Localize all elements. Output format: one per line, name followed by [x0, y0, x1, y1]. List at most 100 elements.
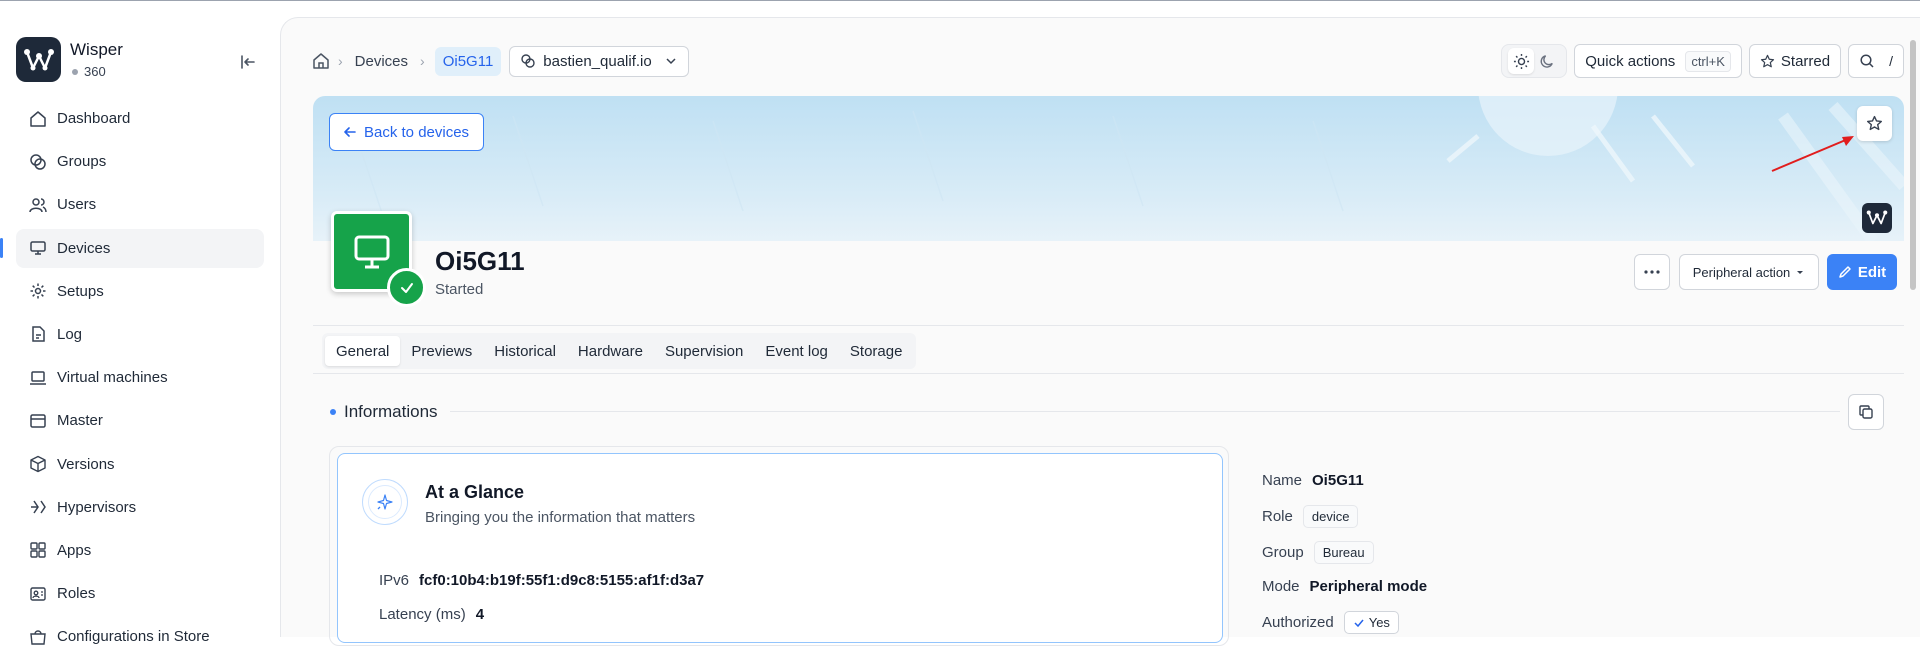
home-icon — [28, 109, 48, 129]
role-label: Role — [1262, 508, 1293, 525]
dark-mode-button[interactable] — [1534, 48, 1560, 74]
search-shortcut: / — [1889, 53, 1893, 69]
sidebar-item-label: Roles — [57, 585, 96, 603]
tab-supervision[interactable]: Supervision — [654, 336, 754, 366]
arrow-left-icon — [344, 127, 356, 137]
tab-event-log[interactable]: Event log — [754, 336, 839, 366]
authorized-value: Yes — [1368, 615, 1390, 630]
sidebar-item-virtual-machines[interactable]: Virtual machines — [16, 358, 264, 397]
peripheral-action-button[interactable]: Peripheral action — [1679, 254, 1819, 290]
count-value: 360 — [84, 64, 106, 79]
glance-title: At a Glance — [425, 482, 525, 502]
name-label: Name — [1262, 472, 1303, 489]
sidebar-item-roles[interactable]: Roles — [16, 574, 264, 613]
light-mode-button[interactable] — [1508, 48, 1535, 74]
section-dot-icon — [330, 409, 336, 415]
tab-previews[interactable]: Previews — [400, 336, 483, 366]
vertical-scrollbar[interactable] — [1910, 40, 1916, 290]
groups-icon — [28, 152, 48, 172]
device-title: Oi5G11 — [435, 246, 525, 276]
moon-icon — [1540, 54, 1553, 68]
sidebar-item-apps[interactable]: Apps — [16, 531, 264, 570]
peripheral-action-label: Peripheral action — [1692, 264, 1791, 280]
tab-hardware[interactable]: Hardware — [567, 336, 654, 366]
ipv6-label: IPv6 — [379, 572, 410, 589]
sidebar-item-label: Log — [57, 325, 83, 343]
sidebar-item-label: Groups — [57, 153, 107, 171]
sidebar-item-master[interactable]: Master — [16, 401, 264, 440]
starred-label: Starred — [1780, 52, 1831, 70]
sidebar-item-hypervisors[interactable]: Hypervisors — [16, 488, 264, 527]
star-device-button[interactable] — [1857, 106, 1892, 141]
collapse-sidebar-button[interactable] — [237, 51, 259, 73]
section-title: Informations — [344, 402, 438, 421]
log-icon — [28, 324, 48, 344]
copy-button[interactable] — [1848, 394, 1884, 430]
sidebar-item-devices[interactable]: Devices — [0, 228, 264, 268]
hypervisor-icon — [28, 497, 48, 517]
tab-storage[interactable]: Storage — [839, 336, 914, 366]
edit-button[interactable]: Edit — [1827, 254, 1897, 290]
header-divider — [313, 325, 1904, 326]
quick-actions-button[interactable]: Quick actions ctrl+K — [1574, 44, 1742, 78]
breadcrumb-devices[interactable]: Devices — [355, 53, 408, 70]
sidebar-item-log[interactable]: Log — [16, 315, 264, 354]
back-label: Back to devices — [364, 123, 470, 141]
latency-row: Latency (ms) 4 — [379, 606, 484, 623]
authorized-label: Authorized — [1262, 614, 1334, 631]
workspace-icon — [521, 54, 535, 68]
search-icon — [1860, 54, 1874, 68]
group-badge[interactable]: Bureau — [1313, 541, 1374, 564]
search-button[interactable]: / — [1848, 44, 1904, 78]
laptop-icon — [28, 368, 48, 388]
group-label: Group — [1262, 544, 1304, 561]
check-icon — [1354, 619, 1364, 627]
name-value: Oi5G11 — [1312, 472, 1364, 489]
quick-actions-shortcut: ctrl+K — [1685, 50, 1731, 72]
collapse-left-icon — [241, 55, 255, 69]
device-status: Started — [435, 281, 484, 298]
window-top-border — [0, 0, 1920, 1]
tab-historical[interactable]: Historical — [483, 336, 567, 366]
ellipsis-icon — [1644, 270, 1660, 274]
glance-subtitle: Bringing you the information that matter… — [425, 509, 696, 526]
sun-icon — [1513, 53, 1529, 69]
sidebar-item-setups[interactable]: Setups — [16, 272, 264, 311]
latency-label: Latency (ms) — [379, 606, 466, 623]
ipv6-row: IPv6 fcf0:10b4:b19f:55f1:d9c8:5155:af1f:d… — [379, 572, 704, 589]
device-tabs: General Previews Historical Hardware Sup… — [322, 333, 917, 369]
breadcrumb-current[interactable]: Oi5G11 — [434, 46, 502, 76]
sidebar-item-versions[interactable]: Versions — [16, 445, 264, 484]
home-breadcrumb-icon[interactable] — [312, 52, 330, 70]
wisper-logo — [16, 37, 61, 82]
sparkles-icon — [377, 494, 393, 510]
annotation-arrow — [1771, 136, 1854, 172]
copy-icon — [1859, 405, 1873, 419]
sidebar-item-users[interactable]: Users — [16, 185, 264, 224]
sidebar-item-dashboard[interactable]: Dashboard — [16, 99, 264, 138]
authorized-row: Authorized Yes — [1262, 611, 1399, 634]
ipv6-value[interactable]: fcf0:10b4:b19f:55f1:d9c8:5155:af1f:d3a7 — [419, 572, 704, 589]
count-dot-icon — [72, 68, 78, 75]
sidebar-item-groups[interactable]: Groups — [16, 142, 264, 181]
package-icon — [28, 454, 48, 474]
section-divider — [450, 411, 1840, 412]
device-count: 360 — [70, 64, 123, 79]
gear-icon — [28, 281, 48, 301]
role-row: Role device — [1262, 505, 1359, 528]
glance-badge — [362, 479, 408, 525]
sidebar-item-label: Versions — [57, 455, 115, 473]
back-to-devices-button[interactable]: Back to devices — [329, 113, 484, 151]
wisper-mini-logo — [1862, 203, 1892, 233]
workspace-select[interactable]: bastien_qualif.io — [509, 45, 689, 77]
window-icon — [28, 411, 48, 431]
brand[interactable]: Wisper 360 — [16, 37, 123, 82]
apps-grid-icon — [28, 540, 48, 560]
status-check-icon — [387, 268, 426, 307]
tab-general[interactable]: General — [325, 336, 401, 366]
sidebar-item-label: Users — [57, 196, 97, 214]
starred-button[interactable]: Starred — [1748, 44, 1842, 78]
more-options-button[interactable] — [1634, 254, 1670, 290]
top-toolbar: Quick actions ctrl+K Starred / — [1501, 44, 1904, 78]
name-row: Name Oi5G11 — [1262, 472, 1364, 489]
